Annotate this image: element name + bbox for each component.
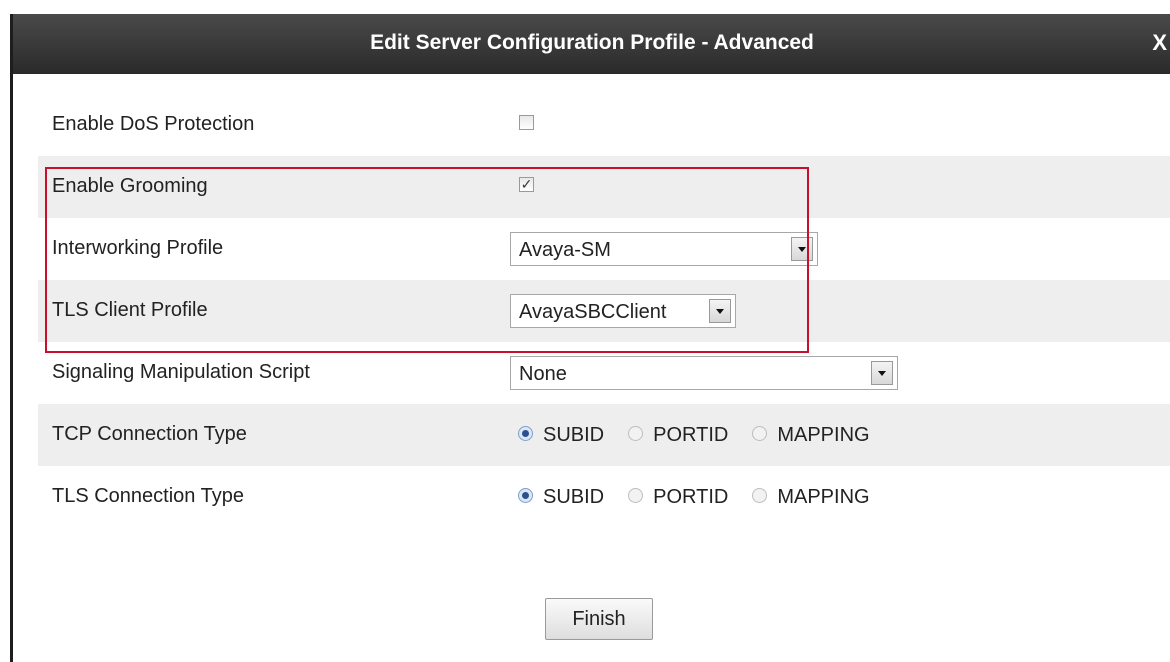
tls-client-profile-select[interactable]: AvayaSBCClient [510,294,736,328]
enable-grooming-label: Enable Grooming [52,175,208,197]
row-signaling-manipulation-script: Signaling Manipulation Script None [38,342,1170,404]
tls-client-profile-label: TLS Client Profile [52,299,208,321]
tls-portid-radio[interactable] [628,488,644,503]
tcp-portid-label: PORTID [653,424,729,446]
tcp-connection-type-radio-group: SUBID PORTID MAPPING [518,424,894,447]
edit-server-configuration-dialog: Edit Server Configuration Profile - Adva… [10,14,1170,662]
signaling-manipulation-script-value: None [519,363,567,385]
tcp-subid-label: SUBID [543,424,605,446]
tls-portid-label: PORTID [653,486,729,508]
tls-mapping-radio[interactable] [752,488,768,503]
chevron-down-icon[interactable] [709,299,731,323]
tls-connection-type-radio-group: SUBID PORTID MAPPING [518,486,894,509]
row-enable-dos-protection: Enable DoS Protection [38,94,1170,156]
row-tls-connection-type: TLS Connection Type SUBID PORTID MAPPING [38,466,1170,528]
tls-mapping-label: MAPPING [777,486,870,508]
interworking-profile-value: Avaya-SM [519,239,611,261]
tcp-mapping-radio[interactable] [752,426,768,441]
chevron-down-icon[interactable] [791,237,813,261]
chevron-down-icon[interactable] [871,361,893,385]
row-interworking-profile: Interworking Profile Avaya-SM [38,218,1170,280]
enable-dos-protection-checkbox[interactable] [519,115,534,130]
close-icon[interactable]: X [1152,30,1167,56]
tls-subid-radio[interactable] [518,488,533,503]
tcp-subid-radio[interactable] [518,426,533,441]
tcp-portid-radio[interactable] [628,426,644,441]
finish-button[interactable]: Finish [545,598,653,640]
tls-connection-type-label: TLS Connection Type [52,485,244,507]
tls-client-profile-value: AvayaSBCClient [519,301,667,323]
tcp-mapping-label: MAPPING [777,424,870,446]
signaling-manipulation-script-label: Signaling Manipulation Script [52,361,310,383]
row-enable-grooming: Enable Grooming ✓ [38,156,1170,218]
enable-grooming-checkbox[interactable]: ✓ [519,177,534,192]
row-tcp-connection-type: TCP Connection Type SUBID PORTID MAPPING [38,404,1170,466]
enable-dos-protection-label: Enable DoS Protection [52,113,255,135]
dialog-titlebar: Edit Server Configuration Profile - Adva… [13,14,1170,74]
tcp-connection-type-label: TCP Connection Type [52,423,247,445]
dialog-title: Edit Server Configuration Profile - Adva… [370,31,814,54]
tls-subid-label: SUBID [543,486,605,508]
interworking-profile-select[interactable]: Avaya-SM [510,232,818,266]
signaling-manipulation-script-select[interactable]: None [510,356,898,390]
interworking-profile-label: Interworking Profile [52,237,224,259]
row-tls-client-profile: TLS Client Profile AvayaSBCClient [38,280,1170,342]
